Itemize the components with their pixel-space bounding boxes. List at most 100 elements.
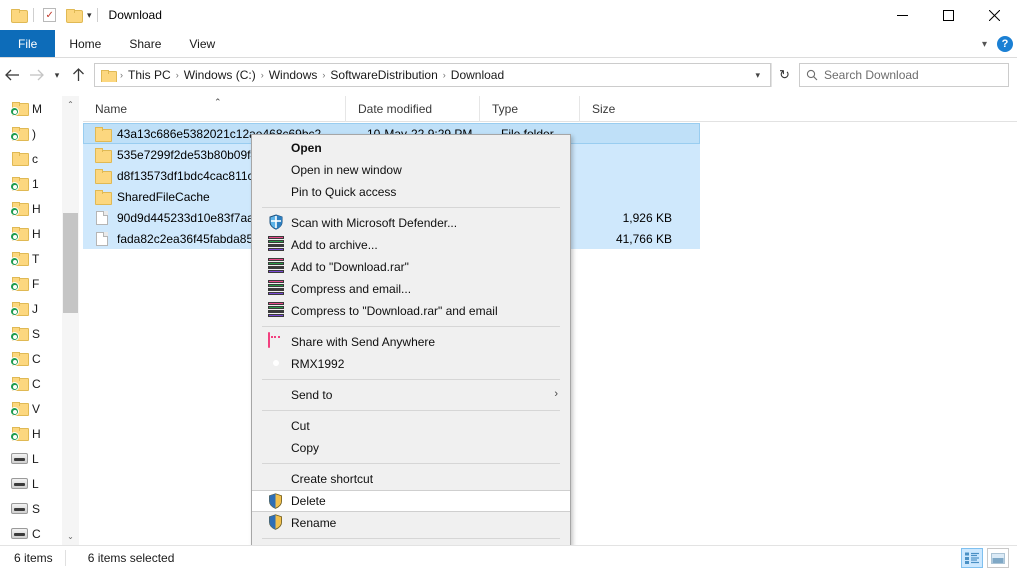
sidebar-item-label-14: L [32, 451, 39, 466]
menu-item-add-to-download-rar[interactable]: Add to "Download.rar" [252, 256, 570, 278]
sidebar-item-3[interactable]: 1 [0, 171, 60, 196]
large-icons-view-button[interactable] [987, 548, 1009, 568]
close-button[interactable] [971, 0, 1017, 30]
chevron-right-icon: › [554, 388, 558, 400]
column-header-date-modified[interactable]: Date modified [345, 95, 479, 122]
tab-home[interactable]: Home [55, 30, 115, 57]
search-input[interactable]: Search Download [799, 63, 1009, 87]
sort-ascending-icon: ⌃ [214, 96, 222, 107]
sidebar-item-11[interactable]: C [0, 371, 60, 396]
quick-access-toolbar: ✓ ▾ [0, 3, 101, 27]
sidebar-item-label-2: c [32, 151, 38, 166]
sidebar-item-12[interactable]: V [0, 396, 60, 421]
chevron-down-icon-address[interactable]: ▾ [749, 70, 766, 81]
forward-button[interactable] [24, 63, 48, 87]
menu-item-pin-label: Pin to Quick access [291, 185, 397, 199]
sidebar-item-6[interactable]: T [0, 246, 60, 271]
breadcrumb-item-windows-c[interactable]: Windows (C:) [181, 68, 259, 82]
drive-icon-16 [11, 503, 28, 514]
help-icon[interactable]: ? [997, 36, 1013, 52]
breadcrumb-item-windows[interactable]: Windows [266, 68, 321, 82]
sidebar-item-16[interactable]: S [0, 496, 60, 521]
menu-item-compress-and-email[interactable]: Compress and email... [252, 278, 570, 300]
chevron-down-icon[interactable]: ▾ [85, 10, 94, 21]
recent-locations-button[interactable]: ▾ [48, 63, 66, 87]
search-icon [806, 69, 818, 81]
minimize-button[interactable] [879, 0, 925, 30]
address-bar: ▾ › This PC › Windows (C:) › Windows › S… [0, 58, 1017, 92]
breadcrumb-bar[interactable]: › This PC › Windows (C:) › Windows › Sof… [94, 63, 771, 87]
sidebar-item-14[interactable]: L [0, 446, 60, 471]
sidebar-item-label-12: V [32, 401, 41, 416]
tab-share[interactable]: Share [115, 30, 175, 57]
sidebar-item-label-17: C [32, 526, 41, 541]
scroll-down-icon[interactable]: ⌄ [62, 528, 79, 545]
sidebar-item-10[interactable]: C [0, 346, 60, 371]
menu-item-rmx1992[interactable]: RMX1992 [252, 353, 570, 375]
uac-shield-icon-delete [268, 493, 285, 510]
menu-item-scan-label: Scan with Microsoft Defender... [291, 216, 458, 230]
view-buttons [961, 548, 1009, 568]
maximize-button[interactable] [925, 0, 971, 30]
ribbon-right-controls: ▾ ? [978, 30, 1013, 58]
up-button[interactable] [66, 63, 90, 87]
menu-item-rename[interactable]: Rename [252, 512, 570, 534]
sidebar-item-17[interactable]: C [0, 521, 60, 545]
menu-item-rmx1992-label: RMX1992 [291, 357, 345, 371]
sidebar-item-0[interactable]: M [0, 96, 60, 121]
folder-icon[interactable] [6, 3, 30, 27]
menu-item-share-with-send-anywhere[interactable]: Share with Send Anywhere [252, 331, 570, 353]
sidebar-item-label-9: S [32, 326, 41, 341]
sidebar-item-1[interactable]: ) [0, 121, 60, 146]
scroll-up-icon[interactable]: ⌃ [62, 96, 79, 113]
toolbar-divider-2 [96, 8, 98, 22]
menu-item-delete-label: Delete [291, 494, 326, 508]
breadcrumb-item-this-pc[interactable]: This PC [125, 68, 174, 82]
breadcrumb-item-softwaredistribution[interactable]: SoftwareDistribution [327, 68, 440, 82]
menu-item-copy[interactable]: Copy [252, 437, 570, 459]
menu-item-cut[interactable]: Cut [252, 415, 570, 437]
column-header-name[interactable]: Name ⌃ [83, 96, 345, 122]
sidebar-item-15[interactable]: L [0, 471, 60, 496]
chevron-down-icon-ribbon[interactable]: ▾ [978, 39, 991, 50]
sidebar-item-9[interactable]: S [0, 321, 60, 346]
tab-file[interactable]: File [0, 30, 56, 57]
menu-item-scan-with-defender[interactable]: Scan with Microsoft Defender... [252, 212, 570, 234]
menu-item-pin-to-quick-access[interactable]: Pin to Quick access [252, 181, 570, 203]
back-button[interactable] [0, 63, 24, 87]
menu-item-delete[interactable]: Delete [252, 490, 570, 512]
sidebar-item-7[interactable]: F [0, 271, 60, 296]
column-header-type[interactable]: Type [479, 95, 579, 122]
tab-view[interactable]: View [175, 30, 229, 57]
menu-item-open[interactable]: Open [252, 137, 570, 159]
sidebar-item-5[interactable]: H [0, 221, 60, 246]
navigation-pane-scrollbar[interactable]: ⌃ ⌄ [62, 96, 79, 545]
navigation-pane: M ) c 1 H H T F J S C C V H L L S C [0, 96, 60, 545]
menu-item-create-shortcut[interactable]: Create shortcut [252, 468, 570, 490]
folder-icon-row-2 [95, 169, 112, 184]
sidebar-item-label-11: C [32, 376, 41, 391]
sidebar-item-8[interactable]: J [0, 296, 60, 321]
properties-icon[interactable]: ✓ [37, 3, 61, 27]
menu-item-compress-to-download-rar-and-email[interactable]: Compress to "Download.rar" and email [252, 300, 570, 322]
folder-icon-row-1 [95, 148, 112, 163]
sidebar-item-label-16: S [32, 501, 41, 516]
menu-item-send-to[interactable]: Send to › [252, 384, 570, 406]
column-header-size[interactable]: Size [579, 95, 659, 122]
sidebar-item-2[interactable]: c [0, 146, 60, 171]
sidebar-item-label-1: ) [32, 126, 36, 141]
drive-icon-17 [11, 528, 28, 539]
menu-separator-3 [262, 379, 560, 380]
new-folder-icon[interactable] [61, 3, 85, 27]
folder-icon-row-3 [95, 190, 112, 205]
menu-item-add-to-archive[interactable]: Add to archive... [252, 234, 570, 256]
sidebar-item-4[interactable]: H [0, 196, 60, 221]
sidebar-item-13[interactable]: H [0, 421, 60, 446]
details-view-button[interactable] [961, 548, 983, 568]
menu-item-open-in-new-window[interactable]: Open in new window [252, 159, 570, 181]
breadcrumb-item-download[interactable]: Download [448, 68, 507, 82]
refresh-button[interactable]: ↻ [771, 63, 797, 87]
file-icon-row-4 [96, 210, 108, 225]
scrollbar-thumb[interactable] [63, 213, 78, 313]
winrar-icon-2 [268, 258, 285, 275]
